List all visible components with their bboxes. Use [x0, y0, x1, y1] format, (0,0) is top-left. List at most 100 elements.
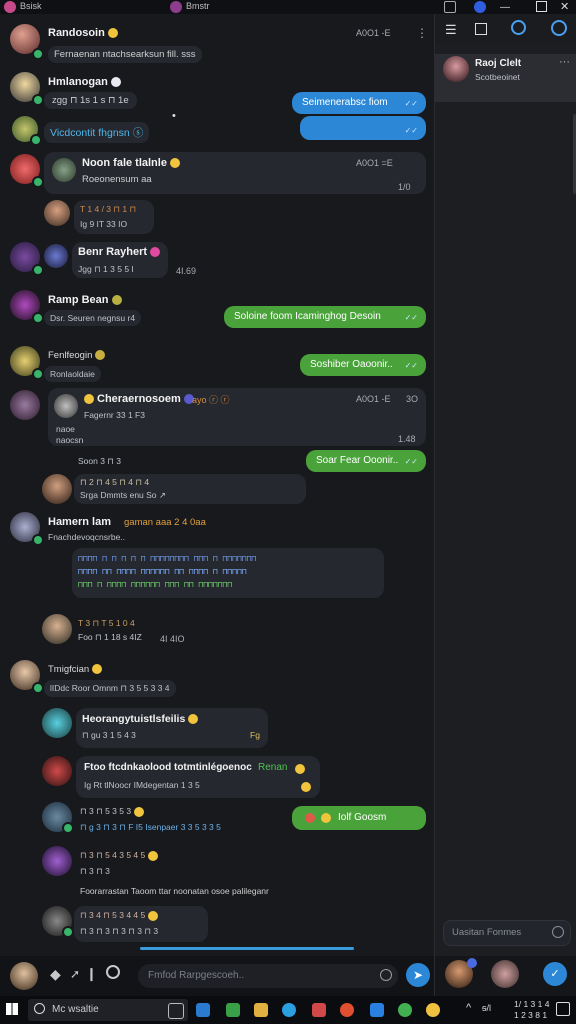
menu-icon[interactable]: ☰ [445, 22, 457, 38]
sidebar-search[interactable]: Uasitan Fonmes [443, 920, 571, 946]
message-text: Srga Dmmts enu So ↗ [80, 490, 167, 500]
search-icon[interactable] [511, 20, 526, 35]
avatar[interactable] [54, 394, 78, 418]
title-tab-1[interactable]: Bsisk [20, 1, 42, 11]
avatar[interactable] [52, 158, 76, 182]
more-options-icon[interactable]: ⋮ [416, 26, 428, 40]
message-time: A0O1 =E [356, 158, 393, 168]
sender-name[interactable]: Ramp Bean [48, 294, 122, 306]
emoji-icon [148, 910, 159, 921]
online-indicator [32, 264, 44, 276]
taskbar-app-icon[interactable] [370, 1003, 384, 1017]
outgoing-bubble[interactable]: Soshiber Oaoonir.. ✓✓ [300, 354, 426, 376]
sender-name[interactable]: Hmlanogan [48, 76, 121, 88]
chat-pane[interactable]: Randosoin Fernaenan ntachsearksun fill. … [0, 14, 434, 956]
edge-icon[interactable] [282, 1003, 296, 1017]
screenshot-icon[interactable] [444, 1, 456, 13]
emoji-icon [111, 295, 122, 306]
account-icon[interactable] [474, 1, 486, 13]
scroll-progress-bar [140, 947, 354, 950]
voice-icon[interactable] [380, 969, 392, 981]
outgoing-text: Seimenerabsc fiom [302, 97, 388, 108]
gif-icon[interactable]: ❙ [86, 966, 97, 982]
emoji-icon [295, 764, 305, 774]
avatar[interactable] [10, 390, 40, 420]
taskview-icon[interactable] [168, 1003, 184, 1019]
own-avatar[interactable] [10, 962, 38, 990]
chevron-up-icon[interactable]: ^ [466, 1002, 471, 1014]
taskbar-app-icon[interactable] [340, 1003, 354, 1017]
message-text: Fagernr 33 1 F3 [84, 410, 145, 420]
book-icon[interactable] [475, 23, 487, 35]
emoji-icon [148, 850, 159, 861]
send-button[interactable]: ➤ [406, 963, 430, 987]
avatar[interactable] [42, 614, 72, 644]
sender-name[interactable]: Heorangytuistlsfeilis [82, 713, 199, 725]
taskbar-date[interactable]: 1 2 3 8 1 [514, 1010, 547, 1020]
tag-label: gaman aaa 2 4 0aa [124, 517, 206, 528]
sender-name[interactable]: Benr Rayhert [78, 246, 161, 258]
emoji-picker-icon[interactable] [106, 965, 120, 979]
online-indicator [62, 926, 74, 938]
title-tab-2[interactable]: Bmstr [186, 1, 210, 11]
sidebar-toolbar: ☰ [435, 14, 576, 44]
outgoing-bubble[interactable]: ✓✓ [300, 116, 426, 140]
taskbar-app-icon[interactable] [426, 1003, 440, 1017]
sender-name[interactable]: Fenlfeogin [48, 350, 106, 361]
settings-icon[interactable] [551, 20, 567, 36]
tray-text: ᵴ/l [482, 1003, 491, 1013]
sender-name[interactable]: Hamern lam [48, 516, 111, 528]
taskbar-search[interactable]: Mc wsaltie [28, 999, 188, 1021]
code-block[interactable]: ⊓⊓⊓⊓ ⊓ ⊓ ⊓ ⊓ ⊓ ⊓⊓⊓⊓⊓⊓⊓⊓ ⊓⊓⊓ ⊓ ⊓⊓⊓⊓⊓⊓⊓ ⊓⊓… [72, 548, 384, 598]
avatar[interactable] [443, 56, 469, 82]
attach-icon[interactable]: ➚ [70, 967, 80, 981]
message-time: A0O1 -E [356, 394, 391, 404]
sender-name[interactable]: Tmigfcian [48, 664, 103, 675]
sender-name[interactable]: Cheraernosoem [84, 393, 194, 405]
emoji-icon [169, 158, 180, 169]
outgoing-bubble[interactable]: Iolf Goosm [292, 806, 426, 830]
minimize-button[interactable]: — [500, 2, 510, 13]
maximize-button[interactable] [536, 1, 547, 12]
read-receipt-icon: ✓✓ [404, 126, 418, 135]
contact-name: Raoj Clelt [475, 58, 522, 69]
taskbar-search-text: Mc wsaltie [52, 1004, 99, 1015]
close-button[interactable]: ✕ [560, 0, 569, 13]
message-text: ⊓ g 3 ⊓ 3 ⊓ F I5 Isenpaer 3 3 5 3 3 5 [80, 822, 221, 832]
windows-start-icon[interactable] [6, 1003, 18, 1015]
avatar[interactable] [44, 244, 68, 268]
sender-name[interactable]: Vicdcontit fhgnsn ⓢ [44, 122, 150, 143]
avatar[interactable] [42, 756, 72, 786]
avatar[interactable] [42, 846, 72, 876]
outgoing-bubble[interactable]: Soloine foom Icaminghog Desoin ✓✓ [224, 306, 426, 328]
more-icon[interactable]: ··· [559, 56, 570, 68]
message-text: ⊓ gu 3 1 5 4 3 [82, 730, 136, 740]
folder-icon[interactable] [254, 1003, 268, 1017]
title-bar: Bsisk Bmstr — ✕ [0, 0, 576, 14]
taskbar-app-icon[interactable] [196, 1003, 210, 1017]
sender-name[interactable]: Randosoin [48, 27, 118, 39]
conversation-item[interactable]: Raoj Clelt Scotbeoinet ··· [435, 54, 576, 102]
sender-name[interactable]: Noon fale tlalnle [82, 157, 180, 169]
message-time: 1.48 [398, 434, 416, 444]
read-receipt-icon: ✓✓ [404, 361, 418, 370]
message-input[interactable]: Fmfod Rarpgescoeh.. [138, 964, 398, 988]
shield-icon[interactable]: ✓ [543, 962, 567, 986]
avatar[interactable] [44, 200, 70, 226]
app-icon [4, 1, 16, 13]
avatar[interactable] [42, 474, 72, 504]
taskbar-time[interactable]: 1/ 1 3 1 4 [514, 999, 549, 1009]
taskbar-app-icon[interactable] [226, 1003, 240, 1017]
notification-icon[interactable] [556, 1002, 570, 1016]
emoji-icon [84, 394, 94, 405]
avatar[interactable] [491, 960, 519, 988]
sparkle-icon: • [172, 110, 176, 122]
taskbar-app-icon[interactable] [312, 1003, 326, 1017]
sticker-icon[interactable]: ◆ [50, 966, 61, 983]
outgoing-bubble[interactable]: Seimenerabsc fiom ✓✓ [292, 92, 426, 114]
avatar[interactable] [42, 708, 72, 738]
sender-name[interactable]: Ftoo ftcdnkaolood totmtinlégoenoc [84, 762, 252, 773]
code-line: ⊓⊓⊓⊓ ⊓⊓ ⊓⊓⊓⊓ ⊓⊓⊓⊓⊓⊓ ⊓⊓ ⊓⊓⊓⊓ ⊓ ⊓⊓⊓⊓⊓ [78, 567, 247, 576]
taskbar-app-icon[interactable] [398, 1003, 412, 1017]
outgoing-bubble[interactable]: Soar Fear Ooonir.. ✓✓ [306, 450, 426, 472]
